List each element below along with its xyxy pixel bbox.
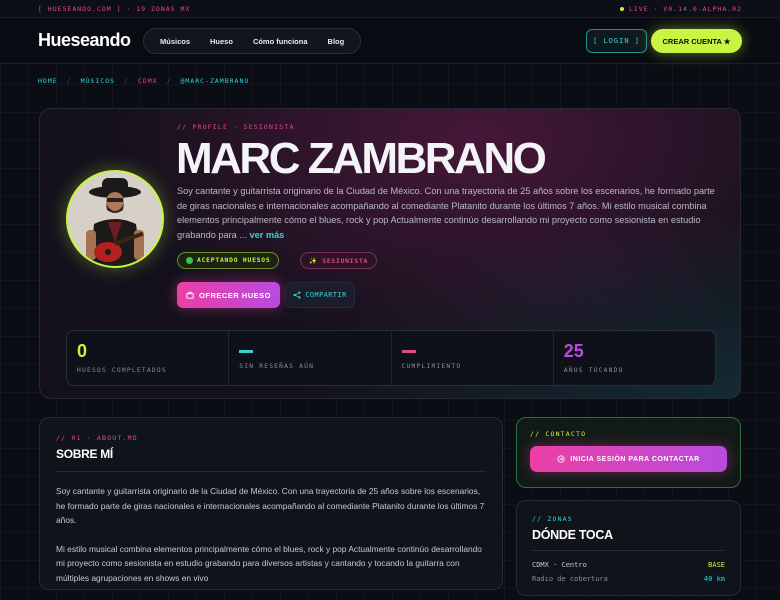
- stat-cumplimiento-label: CUMPLIMIENTO: [401, 363, 462, 370]
- signup-button[interactable]: CREAR CUENTA ★: [651, 29, 742, 53]
- profile-hero: // PROFILE · SESIONISTA MARC ZAMBRANO So…: [39, 108, 741, 399]
- stat-anos: 25 AÑOS TOCANDO: [554, 331, 715, 385]
- avatar-image: [68, 172, 162, 266]
- status-bar-right: LIVE · V0.14.0-ALPHA.02: [619, 4, 742, 13]
- about-paragraph-1: Soy cantante y guitarrista originario de…: [56, 486, 485, 525]
- zona-row-key: CDMX · Centro: [532, 561, 587, 569]
- breadcrumb-cdmx[interactable]: CDMX: [138, 77, 158, 85]
- logo[interactable]: Hueseando: [38, 30, 131, 51]
- stat-anos-label: AÑOS TOCANDO: [563, 367, 624, 374]
- status-bar-left: [ HUESEANDO.COM ] · 19 ZONAS MX: [38, 4, 191, 13]
- share-button[interactable]: COMPARTIR: [285, 282, 355, 308]
- tag-role-label: ✨ SESIONISTA: [309, 257, 369, 265]
- login-button[interactable]: [ LOGIN ]: [586, 29, 647, 53]
- contact-card: // CONTACTO INICIA SESIÓN PARA CONTACTAR: [516, 417, 741, 488]
- share-label: COMPARTIR: [305, 291, 347, 299]
- zonas-section-label: // ZONAS: [532, 515, 573, 523]
- tag-available: ACEPTANDO HUESOS: [177, 252, 280, 269]
- nav-item-como-funciona[interactable]: Cómo funciona: [243, 37, 318, 46]
- stat-anos-value: 25: [563, 341, 584, 361]
- version-label: LIVE · V0.14.0-ALPHA.02: [628, 4, 742, 13]
- briefcase-icon: [186, 291, 194, 299]
- about-card: // 01 · ABOUT.MD SOBRE MÍ Soy cantante y…: [39, 417, 503, 590]
- ver-mas-link[interactable]: ver más: [250, 230, 285, 240]
- zona-row: Radio de cobertura 40 km: [532, 575, 725, 583]
- profile-name: MARC ZAMBRANO: [176, 134, 547, 183]
- zona-row: CDMX · Centro BASE: [532, 561, 725, 569]
- stat-resenas-dash: [239, 350, 254, 353]
- profile-label: // PROFILE · SESIONISTA: [177, 123, 295, 131]
- live-dot-icon: [619, 6, 624, 11]
- zona-row-value: 40 km: [703, 575, 725, 583]
- tag-role: ✨ SESIONISTA: [300, 252, 378, 269]
- contact-section-label: // CONTACTO: [530, 430, 587, 438]
- stat-huesos: 0 HUESOS COMPLETADOS: [67, 331, 230, 385]
- divider: [532, 550, 725, 551]
- avatar: [66, 170, 164, 268]
- profile-bio: Soy cantante y guitarrista originario de…: [177, 184, 717, 242]
- divider: [56, 471, 486, 472]
- about-paragraph-2: Mi estilo musical combina elementos prin…: [56, 543, 482, 583]
- zonas-card: // ZONAS DÓNDE TOCA CDMX · Centro BASE R…: [516, 500, 741, 596]
- stat-resenas-label: SIN RESEÑAS AÚN: [239, 363, 315, 370]
- login-to-contact-button[interactable]: INICIA SESIÓN PARA CONTACTAR: [530, 446, 727, 472]
- stat-cumplimiento: CUMPLIMIENTO: [392, 331, 554, 385]
- stats-panel: 0 HUESOS COMPLETADOS SIN RESEÑAS AÚN CUM…: [66, 330, 716, 386]
- tag-available-label: ACEPTANDO HUESOS: [197, 257, 271, 264]
- offer-hueso-button[interactable]: OFRECER HUESO: [177, 282, 280, 308]
- breadcrumb-musicos[interactable]: MÚSICOS: [81, 77, 115, 85]
- zona-row-key: Radio de cobertura: [532, 575, 608, 583]
- stat-huesos-label: HUESOS COMPLETADOS: [77, 367, 167, 374]
- contact-button-label: INICIA SESIÓN PARA CONTACTAR: [570, 455, 700, 463]
- login-icon: [557, 455, 565, 463]
- status-bar: [ HUESEANDO.COM ] · 19 ZONAS MX LIVE · V…: [0, 0, 780, 18]
- nav-item-hueso[interactable]: Hueso: [200, 37, 243, 46]
- zonas-title: DÓNDE TOCA: [532, 528, 613, 542]
- nav-item-blog[interactable]: Blog: [318, 37, 355, 46]
- stat-cumplimiento-dash: [401, 350, 416, 353]
- breadcrumb: HOME / MÚSICOS / CDMX / @MARC-ZAMBRANO: [38, 77, 250, 85]
- breadcrumb-home[interactable]: HOME: [38, 77, 58, 85]
- about-title: SOBRE MÍ: [56, 447, 113, 461]
- breadcrumb-current: @MARC-ZAMBRANO: [180, 77, 250, 85]
- zona-row-value: BASE: [708, 561, 725, 569]
- share-icon: [293, 291, 301, 299]
- nav-item-musicos[interactable]: Músicos: [150, 37, 200, 46]
- stat-resenas: SIN RESEÑAS AÚN: [229, 331, 392, 385]
- main-nav: Músicos Hueso Cómo funciona Blog: [143, 28, 362, 54]
- status-dot-icon: [186, 257, 193, 264]
- offer-hueso-label: OFRECER HUESO: [199, 290, 271, 300]
- site-header: Hueseando Músicos Hueso Cómo funciona Bl…: [0, 18, 780, 64]
- about-section-label: // 01 · ABOUT.MD: [56, 434, 138, 442]
- stat-huesos-value: 0: [77, 341, 88, 361]
